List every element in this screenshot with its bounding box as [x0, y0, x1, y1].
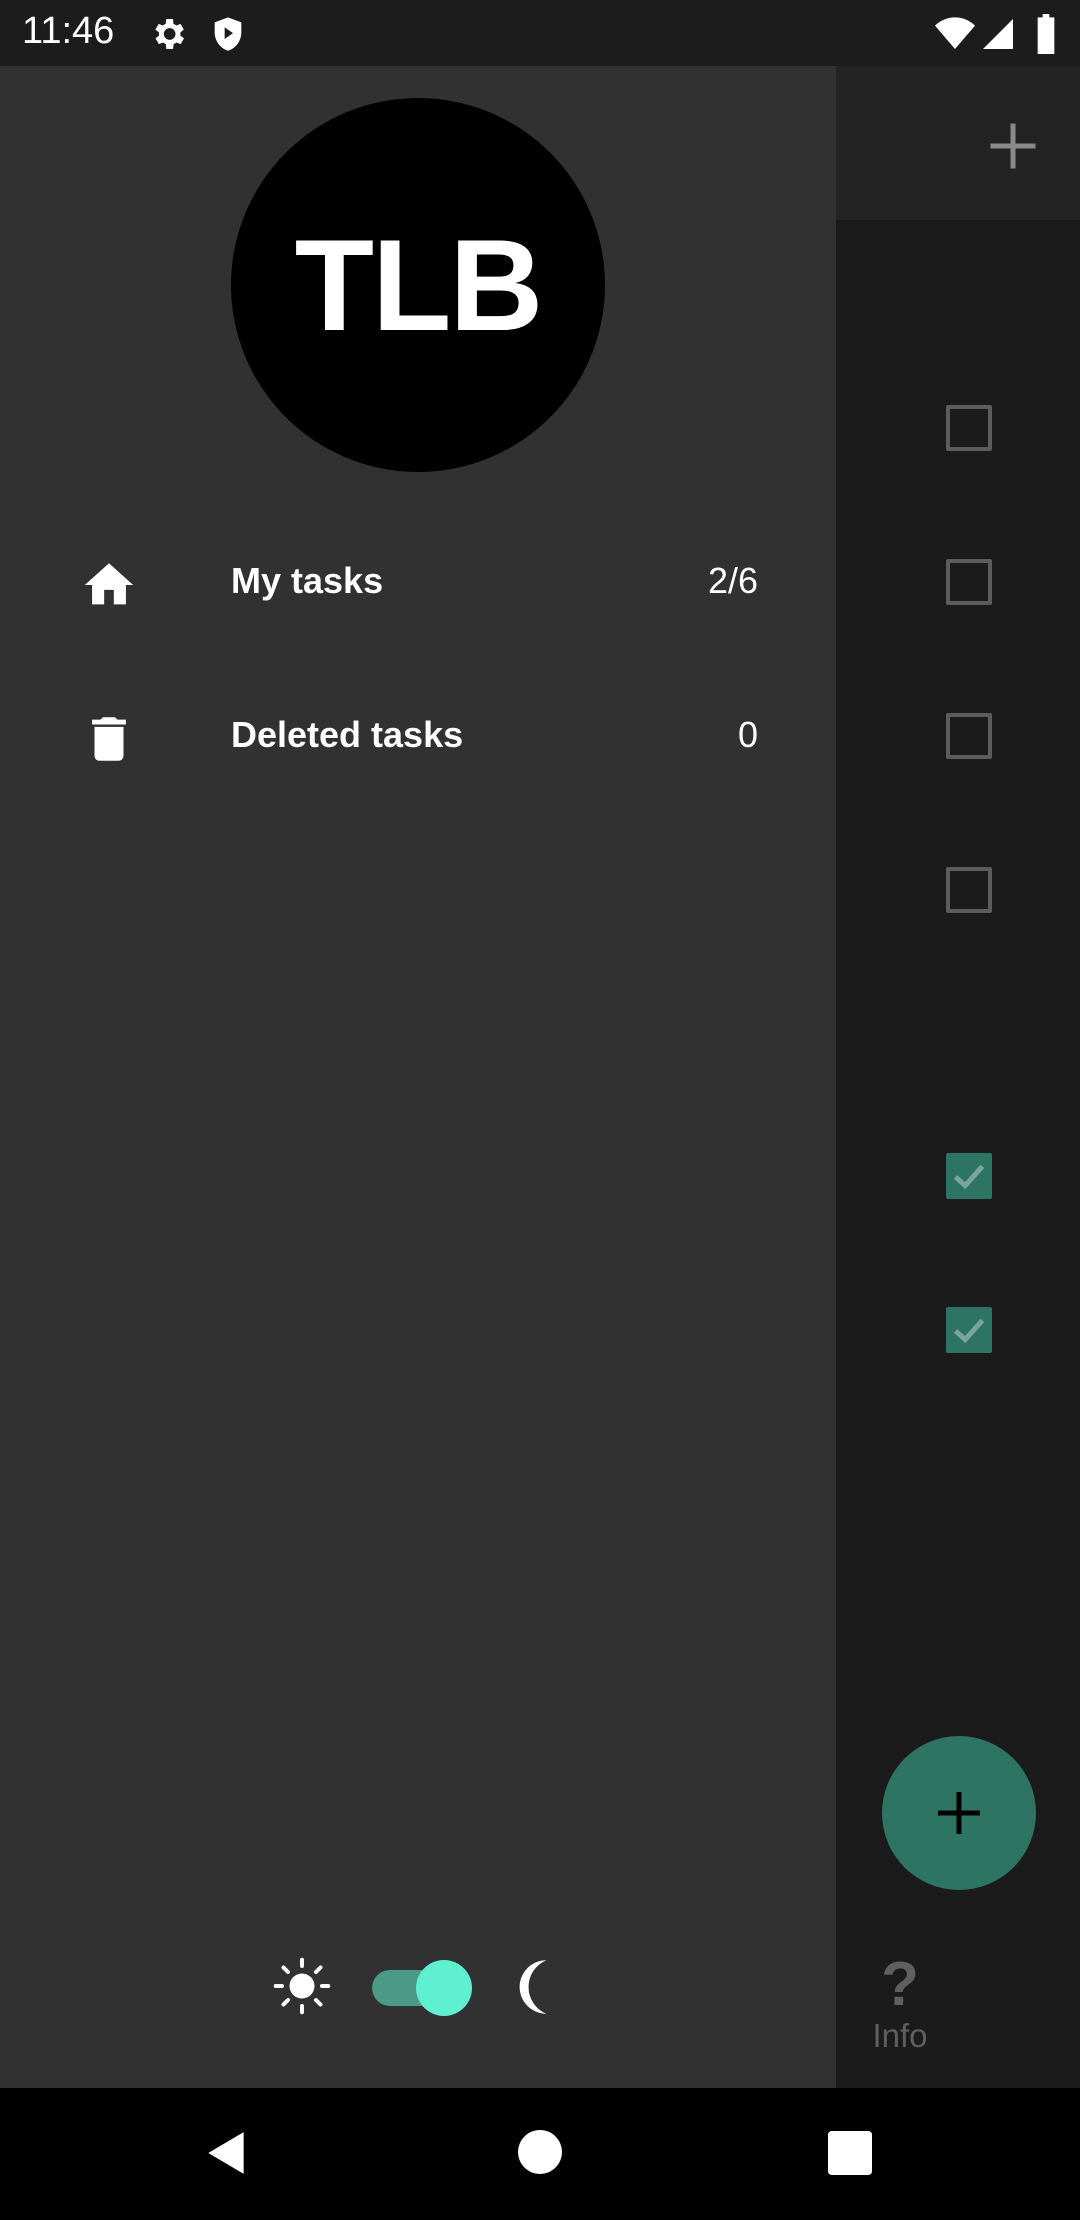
drawer-item-label: Deleted tasks	[231, 714, 464, 755]
task-checkbox-checked[interactable]	[946, 1153, 992, 1199]
trash-icon	[92, 717, 126, 761]
task-checkbox[interactable]	[946, 559, 992, 605]
shield-icon	[214, 17, 242, 51]
check-icon	[953, 1164, 985, 1190]
task-checkbox[interactable]	[946, 713, 992, 759]
drawer-item-count: 2/6	[707, 560, 758, 601]
home-circle-icon[interactable]	[518, 2130, 562, 2174]
avatar[interactable]: TLB	[231, 98, 605, 472]
drawer-item-deleted-tasks[interactable]: Deleted tasks 0	[0, 678, 836, 798]
recents-icon[interactable]	[828, 2131, 872, 2175]
drawer-item-count: 0	[737, 714, 758, 755]
navigation-drawer: TLB My tasks 2/6 Deleted tasks 0	[0, 66, 836, 2088]
home-icon	[84, 563, 134, 605]
theme-switch-thumb[interactable]	[416, 1960, 472, 2016]
wifi-icon	[935, 17, 975, 49]
add-task-fab[interactable]	[882, 1736, 1036, 1890]
task-checkbox-checked[interactable]	[946, 1307, 992, 1353]
task-checkbox[interactable]	[946, 867, 992, 913]
avatar-initials: TLB	[294, 212, 544, 358]
theme-toggle-row	[270, 1952, 560, 2020]
help-icon: ?	[881, 1950, 919, 2019]
add-icon[interactable]	[983, 116, 1043, 176]
info-button[interactable]: ? Info	[858, 1954, 942, 2056]
settings-icon	[155, 19, 184, 49]
battery-icon	[1037, 14, 1055, 54]
status-time: 11:46	[22, 10, 115, 52]
back-icon[interactable]	[202, 2128, 252, 2178]
moon-icon	[519, 1960, 547, 2014]
task-checkbox[interactable]	[946, 405, 992, 451]
system-nav-bar	[0, 2088, 1080, 2220]
status-bar: 11:46	[0, 0, 1080, 66]
drawer-item-label: My tasks	[231, 560, 384, 601]
info-label: Info	[872, 2017, 928, 2054]
sun-icon	[273, 1957, 331, 2015]
check-icon	[953, 1318, 985, 1344]
plus-icon	[938, 1792, 980, 1834]
signal-icon	[983, 19, 1013, 49]
drawer-item-my-tasks[interactable]: My tasks 2/6	[0, 524, 836, 644]
